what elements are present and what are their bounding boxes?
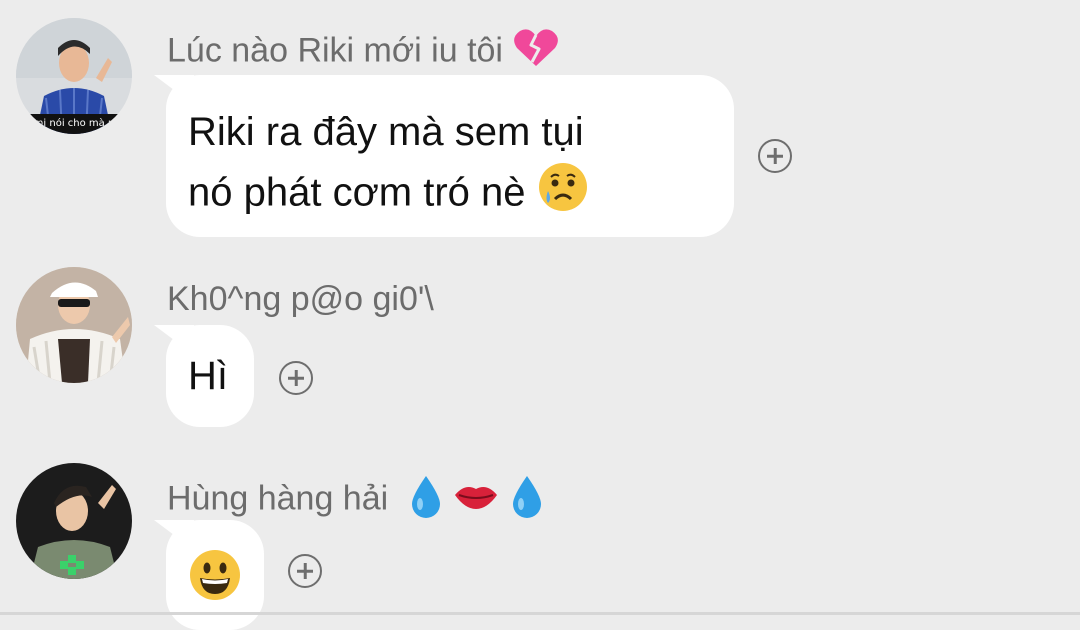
add-reaction-button-3[interactable] (288, 554, 322, 588)
avatar-sender-1[interactable]: mi nói cho mà n (16, 18, 132, 134)
crying-face-icon (537, 161, 589, 229)
grinning-face-icon (188, 548, 242, 612)
message-bubble-2[interactable]: Hì (166, 325, 254, 427)
message-text-line-2-wrap: nó phát cơm tró nè (188, 161, 589, 229)
sender-name-text: Lúc nào Riki mới iu tôi (167, 31, 503, 70)
droplet-icon (509, 474, 545, 527)
avatar-caption: mi nói cho mà n (34, 117, 115, 129)
sender-name: Lúc nào Riki mới iu tôi (167, 28, 560, 77)
sender-name: Kh0^ng p@o gi0'\ (167, 280, 434, 319)
message-text-line-2: nó phát cơm tró nè (188, 170, 526, 215)
message-bubble-1[interactable]: Riki ra đây mà sem tụi nó phát cơm tró n… (166, 75, 734, 237)
avatar-sender-2[interactable] (16, 267, 132, 383)
droplet-icon (408, 474, 444, 527)
broken-heart-icon (512, 28, 560, 77)
add-reaction-button-1[interactable] (758, 139, 792, 173)
message-text: Hì (188, 354, 228, 398)
add-reaction-button-2[interactable] (279, 361, 313, 395)
sender-name-text: Hùng hàng hải (167, 479, 389, 518)
sender-name-text: Kh0^ng p@o gi0'\ (167, 280, 434, 318)
lips-icon (453, 481, 499, 520)
message-text-line-1: Riki ra đây mà sem tụi (188, 110, 584, 154)
avatar-sender-3[interactable] (16, 463, 132, 579)
